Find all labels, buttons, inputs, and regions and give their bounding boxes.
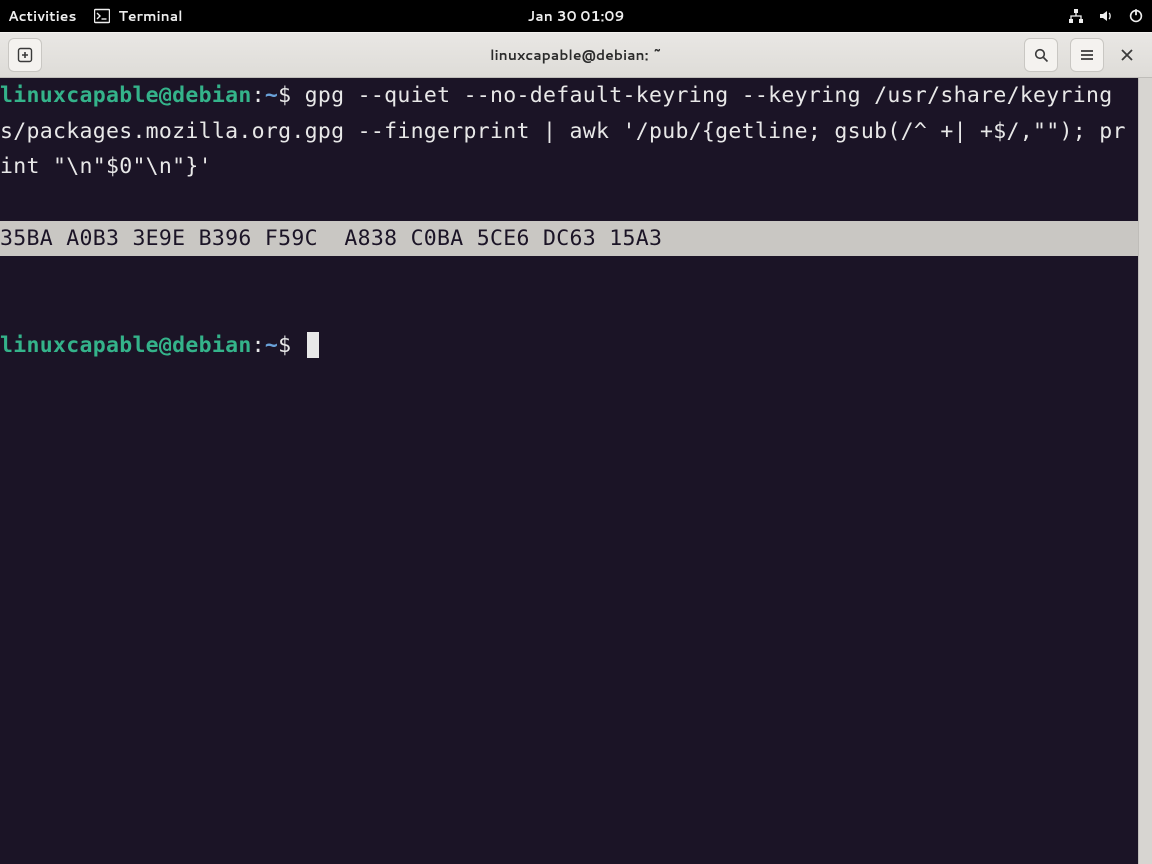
activities-button[interactable]: Activities — [8, 6, 76, 26]
status-area[interactable] — [1068, 8, 1144, 24]
gnome-top-panel: Activities Terminal Jan 30 01:09 — [0, 0, 1152, 32]
close-window-button[interactable] — [1110, 38, 1144, 72]
hamburger-menu-button[interactable] — [1070, 38, 1104, 72]
terminal-app-icon — [94, 8, 110, 24]
hamburger-icon — [1079, 47, 1095, 63]
active-app-indicator[interactable]: Terminal — [94, 6, 182, 26]
terminal-scrollbar[interactable] — [1138, 78, 1152, 864]
close-icon — [1120, 48, 1134, 62]
prompt-path: ~ — [265, 83, 278, 108]
prompt-user: linuxcapable@debian — [0, 83, 252, 108]
prompt-separator: : — [252, 83, 265, 108]
volume-icon — [1098, 8, 1114, 24]
clock[interactable]: Jan 30 01:09 — [528, 6, 625, 26]
terminal-cursor — [307, 332, 319, 358]
active-app-name: Terminal — [118, 6, 182, 26]
power-icon — [1128, 8, 1144, 24]
output-fingerprint-highlighted: 35BA A0B3 3E9E B396 F59C A838 C0BA 5CE6 … — [0, 221, 1138, 257]
new-tab-button[interactable] — [8, 38, 42, 72]
prompt-symbol: $ — [278, 83, 291, 108]
network-icon — [1068, 8, 1084, 24]
new-tab-icon — [17, 47, 33, 63]
prompt-symbol: $ — [278, 333, 291, 358]
window-title: linuxcapable@debian: ~ — [490, 45, 662, 65]
prompt-user: linuxcapable@debian — [0, 333, 252, 358]
terminal-output[interactable]: linuxcapable@debian:~$ gpg --quiet --no-… — [0, 78, 1138, 864]
search-button[interactable] — [1024, 38, 1058, 72]
prompt-path: ~ — [265, 333, 278, 358]
terminal-headerbar: linuxcapable@debian: ~ — [0, 32, 1152, 78]
prompt-separator: : — [252, 333, 265, 358]
search-icon — [1033, 47, 1049, 63]
